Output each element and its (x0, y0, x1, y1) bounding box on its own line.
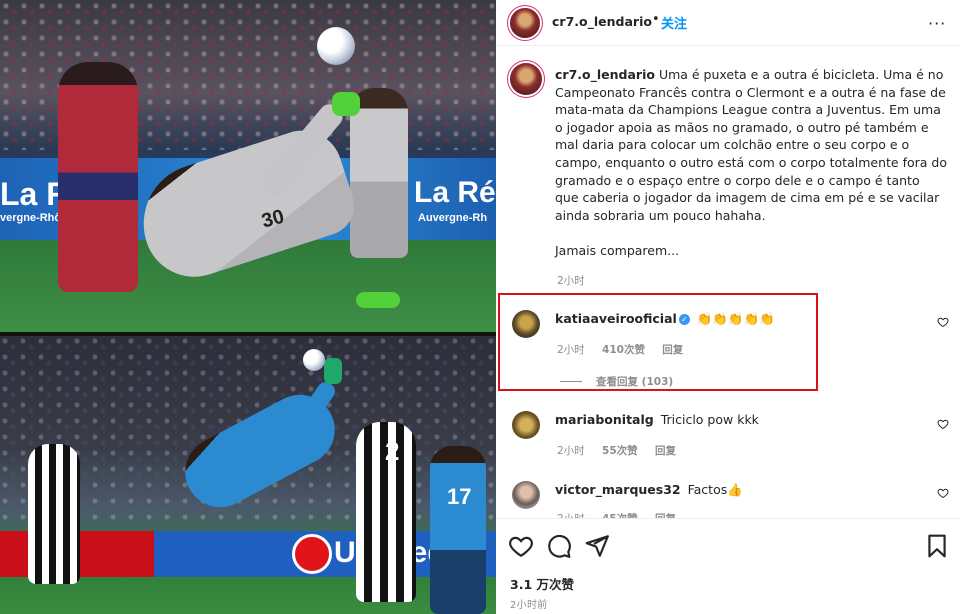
comment-avatar-katia[interactable] (512, 310, 540, 338)
player-messi-boot (332, 92, 360, 116)
reply-button[interactable]: 回复 (655, 445, 676, 457)
comment-avatar-victor[interactable] (512, 481, 540, 509)
caption-closing: Jamais comparem... (555, 242, 680, 258)
player-number-17: 17 (447, 484, 472, 509)
player-number-bottom: 2 (385, 436, 400, 466)
comment-row-katia: katiaaveirooficial ✓ 👏👏👏👏👏 (555, 311, 775, 327)
comment-time[interactable]: 2小时 (557, 445, 585, 457)
player-juventus-left (28, 444, 80, 584)
comment-text: Triciclo pow kkk (660, 412, 759, 427)
comment-bubble-icon[interactable] (546, 533, 572, 559)
player-real-madrid-17 (430, 446, 486, 614)
reply-button[interactable]: 回复 (662, 344, 683, 356)
player-messi-boot-2 (356, 292, 400, 308)
comment-username[interactable]: katiaaveirooficial (555, 311, 677, 326)
post-timestamp[interactable]: 2小时前 (510, 596, 548, 611)
share-paper-plane-icon[interactable] (584, 533, 610, 559)
author-username[interactable]: cr7.o_lendario (552, 14, 652, 29)
comment-likes[interactable]: 55次赞 (602, 445, 638, 457)
post-panel: cr7.o_lendario • 关注 ··· cr7.o_lendario U… (496, 0, 960, 614)
like-heart-icon[interactable] (508, 533, 534, 559)
post-caption: cr7.o_lendario Uma é puxeta e a outra é … (555, 66, 947, 260)
ad-board-sub-right: Auvergne-Rh (418, 212, 488, 224)
post-media[interactable]: La Rég vergne-Rhône La Ré Auvergne-Rh 30… (0, 0, 496, 614)
author-avatar[interactable] (510, 8, 540, 38)
action-bar: 3.1 万次赞 2小时前 (496, 518, 960, 614)
comment-avatar-maria[interactable] (512, 411, 540, 439)
view-replies-row[interactable]: 查看回复 (103) (560, 374, 673, 389)
follow-button[interactable]: 关注 (661, 13, 687, 32)
heart-icon[interactable] (937, 487, 949, 499)
caption-text: Uma é puxeta e a outra é bicicleta. Uma … (555, 67, 951, 223)
view-replies-button[interactable]: 查看回复 (103) (596, 376, 673, 388)
caption-username[interactable]: cr7.o_lendario (555, 67, 655, 82)
player-ronaldo-boot (324, 358, 342, 384)
post-header: cr7.o_lendario • 关注 ··· (496, 0, 960, 46)
ball-bottom (303, 349, 325, 371)
comment-text: Factos👍 (687, 482, 743, 497)
caption-timestamp[interactable]: 2小时 (557, 273, 585, 288)
save-bookmark-icon[interactable] (924, 533, 950, 559)
comment-likes[interactable]: 410次赞 (602, 344, 645, 356)
caption-author-avatar[interactable] (510, 63, 542, 95)
player-grey-kit-background (350, 88, 408, 258)
comment-meta-katia: 2小时 410次赞 回复 (557, 342, 683, 357)
comment-row-victor: victor_marques32 Factos👍 (555, 482, 743, 498)
view-replies-line (560, 381, 582, 382)
heart-icon[interactable] (937, 418, 949, 430)
comment-text: 👏👏👏👏👏 (696, 311, 775, 326)
comment-meta-maria: 2小时 55次赞 回复 (557, 443, 676, 458)
ad-board-text-right: La Ré (414, 176, 496, 209)
likes-count[interactable]: 3.1 万次赞 (510, 574, 574, 593)
comment-time[interactable]: 2小时 (557, 344, 585, 356)
photo-bottom-ronaldo-bicycle-kick: Unicredit 2 17 (0, 336, 496, 614)
photo-top-messi-bicycle-kick: La Rég vergne-Rhône La Ré Auvergne-Rh 30 (0, 0, 496, 332)
ball-top (317, 27, 355, 65)
verified-badge-icon: ✓ (678, 314, 690, 325)
comment-username[interactable]: mariabonitalg (555, 412, 654, 427)
more-options-icon[interactable]: ··· (928, 14, 946, 33)
comment-username[interactable]: victor_marques32 (555, 482, 681, 497)
comment-row-maria: mariabonitalg Triciclo pow kkk (555, 412, 759, 427)
player-red-kit (58, 62, 138, 292)
unicredit-logo-icon (292, 534, 332, 574)
header-separator-dot: • (652, 12, 660, 27)
heart-icon[interactable] (937, 316, 949, 328)
